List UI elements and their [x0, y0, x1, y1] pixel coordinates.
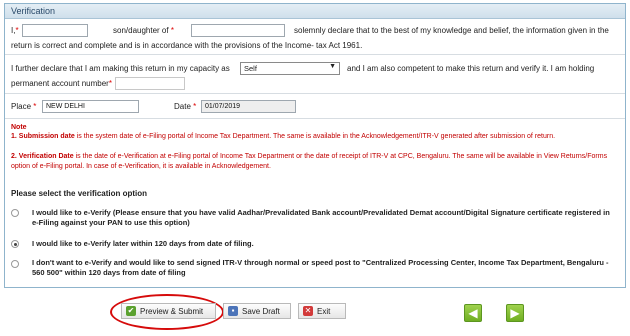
capacity-text-post: and I am also competent to make this ret… — [347, 64, 595, 73]
note-item-1: 1. Submission date is the system date of… — [11, 133, 556, 140]
arrow-left-icon[interactable]: ◀ — [464, 304, 482, 322]
declaration-text-2: return is correct and complete and is in… — [11, 41, 363, 50]
pan-input[interactable] — [115, 77, 185, 90]
panel-title: Verification — [5, 4, 625, 19]
capacity-row: I further declare that I am making this … — [5, 56, 625, 94]
preview-submit-button[interactable]: ✔ Preview & Submit — [121, 303, 216, 319]
verify-option-radio-1[interactable] — [11, 209, 19, 217]
place-date-row: Place * Date * — [5, 95, 625, 119]
check-icon: ✔ — [126, 306, 136, 316]
relation-label: son/daughter of * — [113, 26, 174, 35]
declaration-text-1: solemnly declare that to the best of my … — [294, 26, 609, 35]
pan-label: permanent account number* — [11, 79, 112, 88]
save-icon: ▪ — [228, 306, 238, 316]
verify-option-label-3: I don't want to e-Verify and would like … — [32, 258, 609, 277]
parent-name-input[interactable] — [191, 24, 285, 37]
verification-panel: Verification I,* son/daughter of * solem… — [4, 3, 626, 288]
date-label: Date * — [174, 102, 197, 111]
date-input — [201, 100, 296, 113]
capacity-text: I further declare that I am making this … — [11, 64, 230, 73]
place-input[interactable] — [42, 100, 139, 113]
declaration-row: I,* son/daughter of * solemnly declare t… — [5, 20, 625, 55]
arrow-right-icon[interactable]: ▶ — [506, 304, 524, 322]
dropdown-caret-icon: ▼ — [329, 63, 336, 70]
place-label: Place * — [11, 102, 37, 111]
name-input[interactable] — [22, 24, 88, 37]
exit-button[interactable]: ✕ Exit — [298, 303, 346, 319]
i-label: I,* — [11, 26, 19, 35]
note-item-2: 2. Verification Date is the date of e-Ve… — [11, 153, 608, 170]
close-icon: ✕ — [303, 306, 313, 316]
save-draft-button[interactable]: ▪ Save Draft — [223, 303, 291, 319]
verify-option-radio-3[interactable] — [11, 260, 19, 268]
verify-option-radio-2[interactable] — [11, 240, 19, 248]
verify-option-label-2: I would like to e-Verify later within 12… — [32, 239, 254, 248]
capacity-select[interactable]: Self ▼ — [240, 62, 340, 75]
verify-option-label-1: I would like to e-Verify (Please ensure … — [32, 208, 610, 227]
verification-heading: Please select the verification option — [11, 189, 148, 198]
